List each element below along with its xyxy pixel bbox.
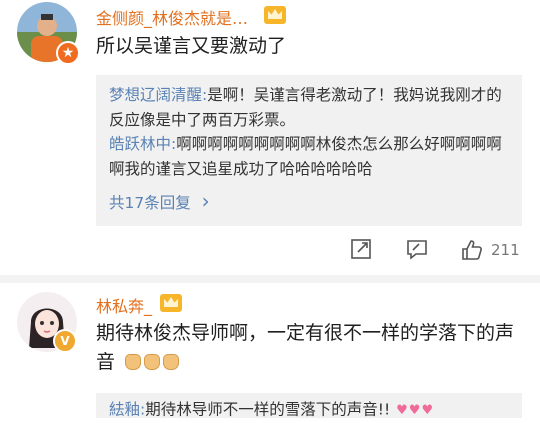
vip-badge-icon: V <box>53 329 77 353</box>
reply-username[interactable]: 皓跃林中 <box>109 135 171 153</box>
share-icon[interactable] <box>350 238 372 264</box>
more-replies-link[interactable]: 共17条回复 › <box>109 189 210 213</box>
reply-box[interactable]: 紶釉:期待林导师不一样的雪落下的声音!! ♥♥♥ <box>96 393 522 419</box>
vip-badge-icon: ★ <box>56 41 80 65</box>
reply-box[interactable]: 梦想辽阔清醒:是啊！吴谨言得老激动了！我妈说我刚才的反应像是中了两百万彩票。 皓… <box>96 75 522 226</box>
crown-badge-icon <box>264 6 286 24</box>
comment-username[interactable]: 林私奔_ <box>96 293 152 317</box>
heart-emoji: ♥♥♥ <box>396 403 434 418</box>
reply-2[interactable]: 皓跃林中:啊啊啊啊啊啊啊啊啊林俊杰怎么那么好啊啊啊啊啊我的谨言又追星成功了哈哈哈… <box>109 132 517 182</box>
comment-2: V 林私奔_ 期待林俊杰导师啊，一定有很不一样的学落下的声音 紶釉:期待林导师不… <box>0 283 540 419</box>
reply-username[interactable]: 紶釉 <box>109 401 140 419</box>
like-count: 211 <box>491 241 520 259</box>
more-replies-label: 共17条回复 <box>109 194 191 212</box>
comment-text: 所以吴谨言又要激动了 <box>96 35 287 57</box>
comment-text: 期待林俊杰导师啊，一定有很不一样的学落下的声音 <box>96 319 526 377</box>
thumbs-up-icon[interactable] <box>460 238 484 266</box>
clapping-hands-emoji <box>125 353 182 375</box>
chevron-right-icon: › <box>201 189 210 213</box>
reply-text: 期待林导师不一样的雪落下的声音!! <box>145 400 391 419</box>
comment-divider <box>0 275 540 283</box>
action-bar: 211 <box>0 232 540 268</box>
reply-username[interactable]: 梦想辽阔清醒 <box>109 86 202 104</box>
comment-username[interactable]: 金侧颜_林俊杰就是… <box>96 5 248 29</box>
comment-icon[interactable] <box>405 238 429 264</box>
comment-1: ★ 金侧颜_林俊杰就是… 所以吴谨言又要激动了 梦想辽阔清醒:是啊！吴谨言得老激… <box>0 0 540 275</box>
reply-1[interactable]: 梦想辽阔清醒:是啊！吴谨言得老激动了！我妈说我刚才的反应像是中了两百万彩票。 <box>109 83 517 133</box>
crown-badge-icon <box>160 294 182 312</box>
reply-1[interactable]: 紶釉:期待林导师不一样的雪落下的声音!! ♥♥♥ <box>109 397 517 423</box>
